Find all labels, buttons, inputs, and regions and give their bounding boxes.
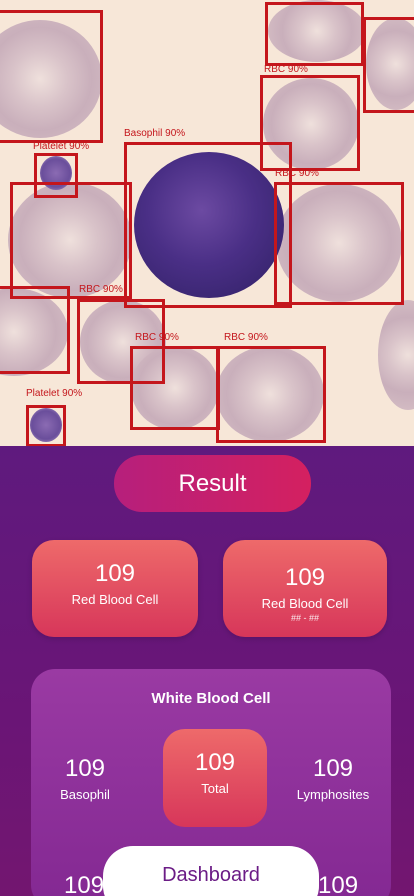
rbc-range-value: 109 <box>284 564 326 591</box>
detection-label: Platelet 90% <box>26 388 83 399</box>
basophil-stat: 109 Basophil <box>44 755 126 802</box>
detection-box <box>265 2 364 66</box>
rbc-count-value: 109 <box>94 560 136 587</box>
wbc-bottom-right-value: 109 <box>318 872 359 896</box>
wbc-total-value: 109 <box>194 749 236 776</box>
detection-box <box>0 10 103 143</box>
detection-box <box>130 346 220 430</box>
wbc-total-label: Total <box>201 781 229 796</box>
basophil-value: 109 <box>64 755 106 782</box>
rbc-count-label: Red Blood Cell <box>71 592 159 607</box>
detection-box <box>216 346 326 443</box>
lymphocytes-stat: 109 Lymphosites <box>288 755 378 802</box>
detection-label: Platelet 90% <box>33 141 90 152</box>
detection-box <box>26 405 66 446</box>
detection-box <box>124 142 292 308</box>
detection-box <box>0 286 70 374</box>
rbc-range-card[interactable]: 109 Red Blood Cell ## - ## <box>223 540 387 637</box>
detection-image: RBC 90% Platelet 90% Basophil 90% RBC 90… <box>0 0 414 446</box>
detection-label: Basophil 90% <box>124 128 186 139</box>
detection-box <box>10 182 132 299</box>
wbc-total-card[interactable]: 109 Total <box>163 729 267 827</box>
detection-label: RBC 90% <box>135 332 179 343</box>
lymphocytes-label: Lymphosites <box>296 787 370 802</box>
red-blood-cell <box>378 300 414 410</box>
rbc-range-label: Red Blood Cell <box>261 596 349 611</box>
wbc-bottom-left-value: 109 <box>64 872 105 896</box>
result-button[interactable]: Result <box>114 455 311 512</box>
detection-label: RBC 90% <box>79 284 123 295</box>
detection-label: RBC 90% <box>224 332 268 343</box>
rbc-range-subtext: ## - ## <box>290 613 320 623</box>
dashboard-button[interactable]: Dashboard <box>103 846 319 896</box>
detection-box <box>274 182 404 305</box>
basophil-label: Basophil <box>60 787 110 802</box>
rbc-count-card[interactable]: 109 Red Blood Cell <box>32 540 198 637</box>
detection-box <box>363 17 414 113</box>
detection-label: RBC 90% <box>275 168 319 179</box>
wbc-title: White Blood Cell <box>151 690 271 707</box>
lymphocytes-value: 109 <box>312 755 354 782</box>
detection-label: RBC 90% <box>264 64 308 75</box>
